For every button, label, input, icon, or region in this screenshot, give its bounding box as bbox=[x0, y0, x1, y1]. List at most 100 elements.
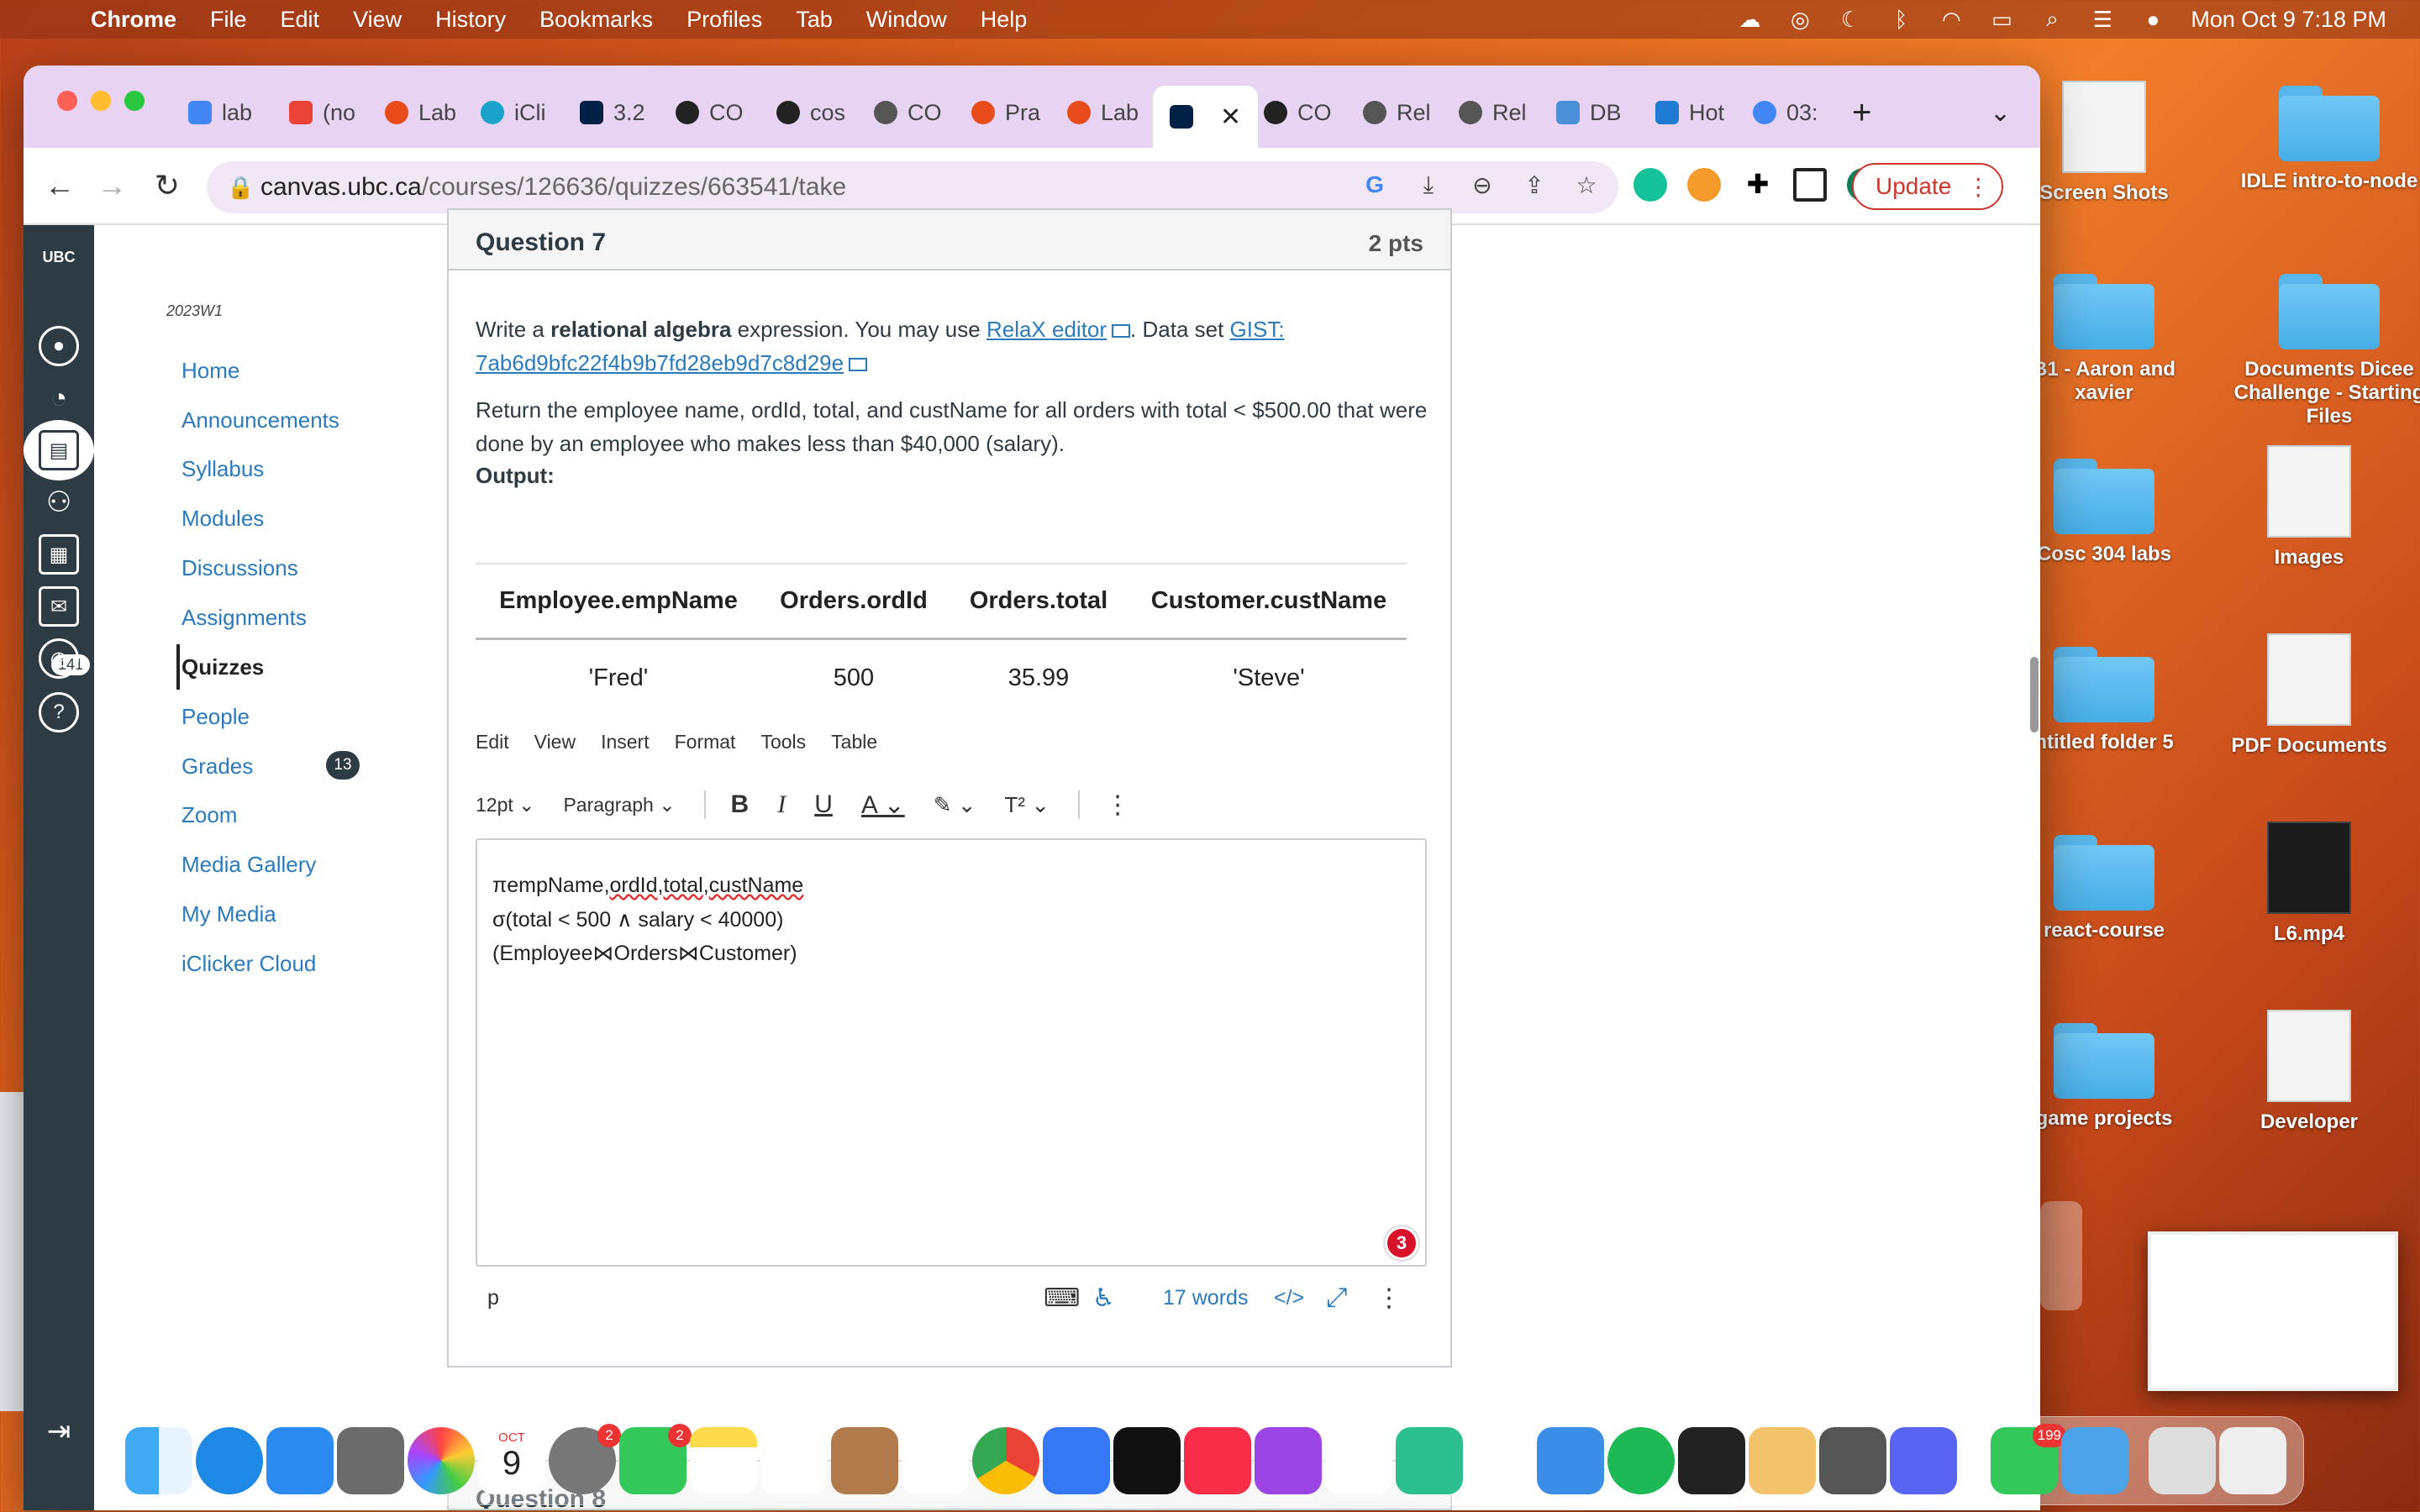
editor-menu-format[interactable]: Format bbox=[675, 731, 736, 753]
account-avatar-icon[interactable]: ● bbox=[39, 326, 79, 366]
contacts-icon[interactable] bbox=[831, 1427, 898, 1494]
address-bar[interactable]: 🔒 canvas.ubc.ca/courses/126636/quizzes/6… bbox=[207, 161, 1618, 213]
menu-clock[interactable]: Mon Oct 9 7:18 PM bbox=[2191, 7, 2386, 33]
menu-tab[interactable]: Tab bbox=[796, 7, 833, 33]
editor-menu-tools[interactable]: Tools bbox=[760, 731, 806, 753]
new-tab-icon[interactable]: + bbox=[1852, 87, 1871, 138]
browser-tab[interactable]: 03: bbox=[1753, 87, 1818, 138]
discord-icon[interactable] bbox=[1890, 1427, 1957, 1494]
relax-editor-link[interactable]: RelaX editor bbox=[986, 317, 1107, 342]
wifi-icon[interactable]: ◠ bbox=[1939, 7, 1964, 32]
desktop-item[interactable]: PDF Documents bbox=[2208, 633, 2410, 758]
browser-tab[interactable]: (no bbox=[289, 87, 355, 138]
freeform-icon[interactable] bbox=[760, 1427, 828, 1494]
control-center-icon[interactable]: ☰ bbox=[2090, 7, 2115, 32]
course-nav-my-media[interactable]: My Media bbox=[182, 901, 276, 927]
browser-tab[interactable]: CO bbox=[1264, 87, 1332, 138]
siri-icon[interactable]: ● bbox=[2140, 7, 2165, 32]
facetime-icon[interactable]: 2 bbox=[619, 1424, 692, 1494]
browser-tab[interactable]: Lab bbox=[385, 87, 456, 138]
calendar-icon[interactable]: ▦ bbox=[39, 534, 79, 575]
notes-icon[interactable] bbox=[690, 1427, 757, 1494]
editor-menu-insert[interactable]: Insert bbox=[601, 731, 650, 753]
chrome-icon[interactable] bbox=[972, 1427, 1039, 1494]
courses-book-icon[interactable]: ▤ bbox=[39, 430, 79, 470]
desktop-item[interactable]: Documents Dicee Challenge - Starting Fil… bbox=[2228, 269, 2420, 428]
share-icon[interactable]: ⇪ bbox=[1519, 171, 1549, 202]
side-panel-icon[interactable] bbox=[1793, 168, 1827, 202]
bookmark-star-icon[interactable]: ☆ bbox=[1571, 171, 1602, 202]
course-nav-iclicker-cloud[interactable]: iClicker Cloud bbox=[182, 951, 316, 977]
menu-app-name[interactable]: Chrome bbox=[91, 7, 176, 33]
spotlight-search-icon[interactable]: ⌕ bbox=[2039, 6, 2065, 32]
reminders-icon[interactable] bbox=[902, 1427, 969, 1494]
keyboard-shortcuts-icon[interactable]: ⌨ bbox=[1044, 1284, 1080, 1313]
grammar-issues-badge[interactable]: 3 bbox=[1385, 1226, 1418, 1260]
migration-assistant-icon[interactable] bbox=[2061, 1427, 2128, 1494]
resize-handle-icon[interactable]: ⋮ bbox=[1376, 1284, 1402, 1313]
messages-icon[interactable]: 199 bbox=[1991, 1424, 2066, 1494]
block-format-select[interactable]: Paragraph ⌄ bbox=[563, 794, 675, 816]
install-app-icon[interactable]: ⤓ bbox=[1413, 171, 1444, 202]
desktop-item[interactable]: Developer bbox=[2208, 1010, 2410, 1134]
more-options-icon[interactable]: ⋮ bbox=[1105, 790, 1130, 820]
pages-icon[interactable] bbox=[1749, 1427, 1816, 1494]
font-size-select[interactable]: 12pt ⌄ bbox=[476, 794, 534, 816]
menu-profiles[interactable]: Profiles bbox=[687, 7, 762, 33]
course-nav-media-gallery[interactable]: Media Gallery bbox=[182, 852, 316, 878]
app-store-icon[interactable] bbox=[1043, 1427, 1110, 1494]
editor-menu-table[interactable]: Table bbox=[831, 731, 877, 753]
back-arrow-icon[interactable]: ← bbox=[39, 165, 81, 207]
close-tab-icon[interactable]: ✕ bbox=[1220, 102, 1241, 132]
menu-edit[interactable]: Edit bbox=[281, 7, 320, 33]
desktop-item[interactable]: IDLE intro-to-node bbox=[2228, 81, 2420, 193]
menu-history[interactable]: History bbox=[435, 7, 506, 33]
screen-recorder-icon[interactable] bbox=[1819, 1427, 1886, 1494]
close-window-button[interactable] bbox=[57, 91, 77, 111]
dashboard-gauge-icon[interactable]: ◔ bbox=[39, 378, 79, 418]
calendar-icon[interactable]: OCT 9 bbox=[478, 1427, 545, 1494]
spotify-icon[interactable] bbox=[1607, 1427, 1675, 1494]
desktop-item[interactable]: Images bbox=[2208, 445, 2410, 570]
desktop-item[interactable]: L6.mp4 bbox=[2208, 822, 2410, 946]
browser-tab[interactable]: lab bbox=[188, 87, 252, 138]
bold-icon[interactable]: B bbox=[731, 790, 750, 819]
course-nav-quizzes[interactable]: Quizzes bbox=[182, 654, 264, 680]
fullscreen-icon[interactable]: ⤢ bbox=[1326, 1282, 1348, 1314]
course-nav-grades[interactable]: Grades bbox=[182, 753, 253, 780]
menu-view[interactable]: View bbox=[353, 7, 402, 33]
terminal-icon[interactable] bbox=[1678, 1427, 1745, 1494]
news-icon[interactable] bbox=[1325, 1427, 1392, 1494]
podcasts-icon[interactable] bbox=[1255, 1427, 1322, 1494]
editor-menu-view[interactable]: View bbox=[534, 731, 576, 753]
browser-tab-active[interactable]: ✕ bbox=[1153, 86, 1259, 148]
launchpad-icon[interactable] bbox=[337, 1427, 404, 1494]
music-icon[interactable] bbox=[1184, 1427, 1251, 1494]
gist-link-label[interactable]: GIST: bbox=[1230, 317, 1285, 342]
lock-icon[interactable]: 🔒 bbox=[227, 175, 254, 201]
mail-icon[interactable] bbox=[266, 1427, 334, 1494]
groups-people-icon[interactable]: ⚇ bbox=[39, 482, 79, 522]
browser-tab[interactable]: Rel bbox=[1363, 87, 1431, 138]
system-settings-icon[interactable]: 2 bbox=[549, 1424, 621, 1494]
menu-bookmarks[interactable]: Bookmarks bbox=[539, 7, 653, 33]
minimize-window-button[interactable] bbox=[91, 91, 111, 111]
help-question-icon[interactable]: ? bbox=[39, 692, 79, 732]
collapse-nav-arrow-icon[interactable]: ⇥ bbox=[39, 1411, 79, 1452]
ubc-logo[interactable]: UBC bbox=[35, 249, 82, 296]
kebab-menu-icon[interactable]: ⋮ bbox=[1966, 173, 1990, 201]
underline-icon[interactable]: U bbox=[814, 790, 833, 819]
browser-tab[interactable]: 3.2 bbox=[580, 87, 645, 138]
focus-moon-icon[interactable]: ☾ bbox=[1838, 7, 1863, 32]
forward-arrow-icon[interactable]: → bbox=[91, 165, 133, 207]
menu-file[interactable]: File bbox=[210, 7, 247, 33]
browser-tab[interactable]: CO bbox=[874, 87, 942, 138]
superscript-icon[interactable]: T² ⌄ bbox=[1005, 792, 1050, 818]
browser-tab[interactable]: Rel bbox=[1459, 87, 1527, 138]
chrome-update-button[interactable]: Update ⋮ bbox=[1852, 163, 2003, 210]
zoom-icon[interactable]: ⊖ bbox=[1467, 171, 1497, 202]
browser-tab[interactable]: iCli bbox=[481, 87, 546, 138]
course-nav-syllabus[interactable]: Syllabus bbox=[182, 456, 264, 482]
browser-tab[interactable]: Hot bbox=[1655, 87, 1724, 138]
extensions-puzzle-icon[interactable]: ✚ bbox=[1741, 168, 1775, 202]
